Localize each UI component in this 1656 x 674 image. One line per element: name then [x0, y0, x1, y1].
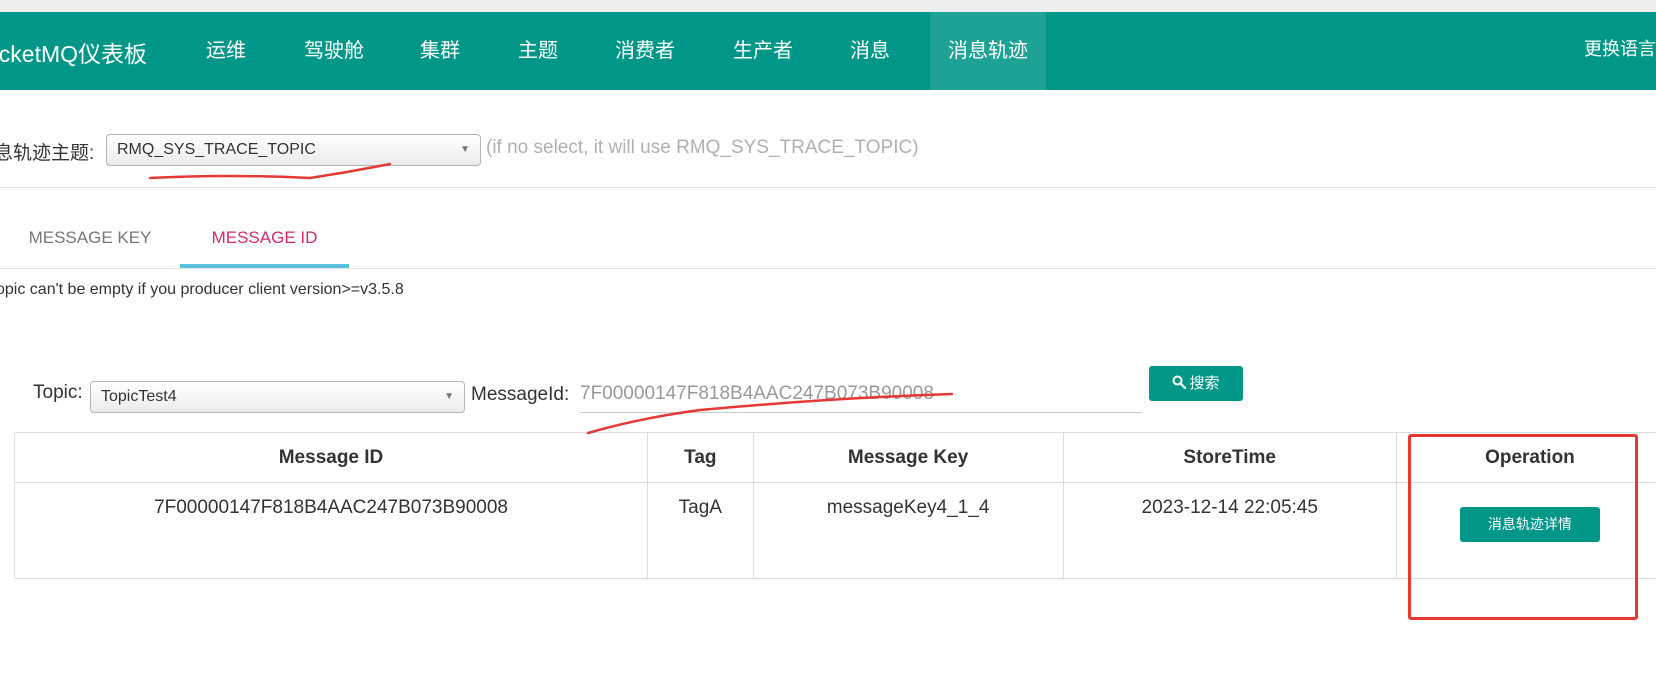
cell-message-id: 7F00000147F818B4AAC247B073B90008: [13, 482, 649, 579]
search-icon: [1172, 367, 1187, 402]
tab-message-key[interactable]: MESSAGE KEY: [0, 212, 180, 268]
top-strip: [0, 0, 1656, 12]
nav-item-producer[interactable]: 生产者: [715, 12, 811, 90]
topic-label: Topic:: [33, 382, 83, 403]
nav-item-cluster[interactable]: 集群: [402, 12, 478, 90]
trace-topic-selected: RMQ_SYS_TRACE_TOPIC: [117, 141, 316, 158]
cell-tag: TagA: [647, 482, 754, 579]
chevron-down-icon: ▼: [444, 391, 454, 402]
column-header-tag: Tag: [647, 432, 754, 483]
brand-title[interactable]: ocketMQ仪表板: [0, 35, 147, 69]
topic-select[interactable]: TopicTest4 ▼: [90, 381, 465, 413]
cell-message-key: messageKey4_1_4: [752, 482, 1064, 579]
cell-store-time: 2023-12-14 22:05:45: [1062, 482, 1397, 579]
trace-topic-hint: (if no select, it will use RMQ_SYS_TRACE…: [486, 137, 919, 158]
chevron-down-icon: ▼: [460, 144, 470, 155]
tab-message-id[interactable]: MESSAGE ID: [180, 212, 349, 268]
column-header-store-time: StoreTime: [1062, 432, 1397, 483]
nav-item-topic[interactable]: 主题: [500, 12, 576, 90]
nav-item-ops[interactable]: 运维: [188, 12, 264, 90]
messageid-label: MessageId:: [471, 384, 570, 405]
nav-item-consumer[interactable]: 消费者: [597, 12, 693, 90]
version-warning: opic can't be empty if you producer clie…: [0, 281, 404, 298]
topic-selected: TopicTest4: [101, 388, 177, 405]
search-button-label: 搜索: [1189, 375, 1220, 392]
divider: [0, 187, 1656, 188]
nav-item-message[interactable]: 消息: [832, 12, 908, 90]
nav-item-message-trace[interactable]: 消息轨迹: [930, 12, 1046, 90]
nav-item-dashboard[interactable]: 驾驶舱: [286, 12, 382, 90]
annotation-underline-trace-topic: [148, 162, 392, 180]
trace-topic-label: 息轨迹主题:: [0, 143, 95, 164]
annotation-box: [1408, 434, 1638, 620]
tab-divider: [0, 268, 1656, 269]
trace-topic-select[interactable]: RMQ_SYS_TRACE_TOPIC ▼: [106, 134, 481, 166]
search-button[interactable]: 搜索: [1149, 366, 1243, 401]
column-header-message-key: Message Key: [752, 432, 1064, 483]
language-switch-button[interactable]: 更换语言: [1584, 12, 1656, 86]
messageid-input[interactable]: [580, 376, 1142, 413]
column-header-message-id: Message ID: [13, 432, 649, 483]
